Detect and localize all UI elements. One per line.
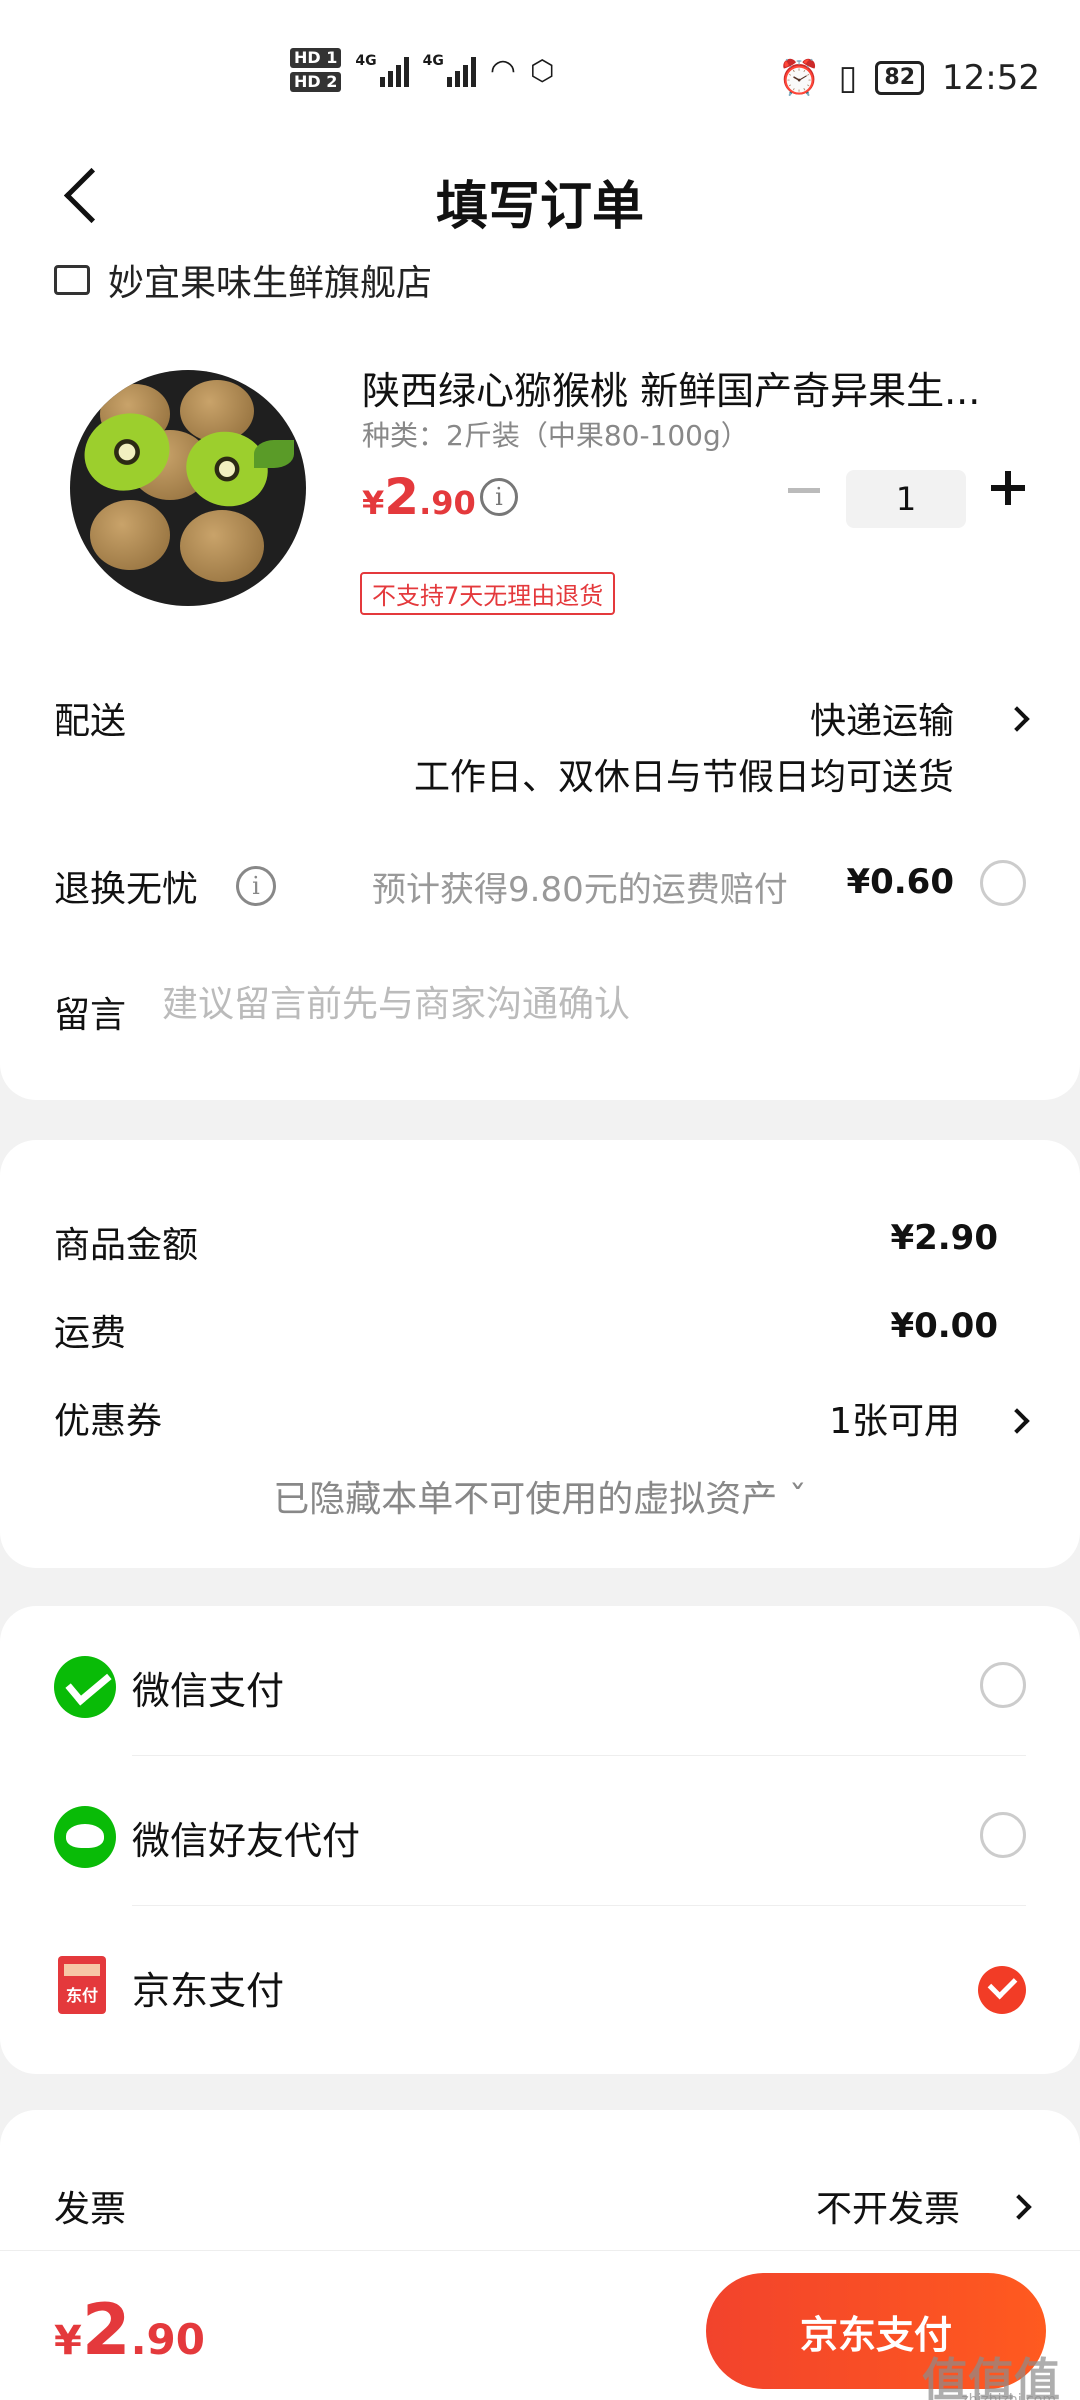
shop-row[interactable]: 妙宜果味生鲜旗舰店 <box>54 260 432 306</box>
battery-icon: 82 <box>875 61 925 95</box>
hidden-assets-toggle[interactable]: 已隐藏本单不可使用的虚拟资产 ˇ <box>0 1470 1080 1522</box>
payment-label: 微信支付 <box>132 1669 285 1713</box>
price-decimal: .90 <box>419 484 476 522</box>
shop-icon <box>54 265 90 295</box>
payment-label: 微信好友代付 <box>132 1819 361 1863</box>
payment-label: 京东支付 <box>132 1969 285 2013</box>
checkout-bar: ¥2.90 京东支付 <box>0 2250 1080 2400</box>
network-type-1: 4G <box>355 53 377 69</box>
message-input[interactable] <box>162 984 1002 1025</box>
status-bar: HD 1 HD 2 4G 4G ◠ ⬡ ⏰ ▯ 82 12:52 <box>0 0 1080 130</box>
order-item-card: 妙宜果味生鲜旗舰店 陕西绿心猕猴桃 新鲜国产奇异果生... 种类：2斤装（中果8… <box>0 260 1080 1100</box>
jd-pay-icon: 东付 <box>58 1956 106 2014</box>
exchange-radio[interactable] <box>980 860 1026 906</box>
invoice-value[interactable]: 不开发票 <box>816 2180 960 2232</box>
shipping-value: ¥0.00 <box>890 1306 998 1346</box>
shipping-label: 运费 <box>54 1313 127 1354</box>
goods-amount-value: ¥2.90 <box>890 1218 998 1258</box>
watermark-url: zhizhizhi.com <box>961 2392 1056 2400</box>
payment-option-wechat-friend[interactable]: 微信好友代付 <box>0 1756 1080 1906</box>
no-return-tag: 不支持7天无理由退货 <box>360 572 616 615</box>
wechat-pay-icon <box>54 1656 116 1718</box>
amount-summary-card: 商品金额 ¥2.90 运费 ¥0.00 优惠券 1张可用 已隐藏本单不可使用的虚… <box>0 1140 1080 1568</box>
price-currency: ¥ <box>362 484 385 522</box>
message-label: 留言 <box>54 995 127 1036</box>
jd-icon-text: 东付 <box>65 1986 98 2005</box>
nav-bar: 填写订单 <box>0 130 1080 260</box>
invoice-label: 发票 <box>54 2189 127 2230</box>
status-left: HD 1 HD 2 4G 4G ◠ ⬡ <box>290 48 554 92</box>
payment-option-wechat[interactable]: 微信支付 <box>0 1606 1080 1756</box>
payment-radio[interactable] <box>980 1662 1026 1708</box>
total-decimal: .90 <box>130 2315 205 2364</box>
hd-indicators: HD 1 HD 2 <box>290 48 342 92</box>
product-image[interactable] <box>70 370 306 606</box>
delivery-label: 配送 <box>54 701 127 742</box>
network-type-2: 4G <box>422 53 444 69</box>
payment-option-jd[interactable]: 东付 京东支付 <box>0 1906 1080 2056</box>
total-integer: 2 <box>81 2289 131 2371</box>
wechat-friend-pay-icon <box>54 1806 116 1868</box>
clock: 12:52 <box>942 58 1040 98</box>
exchange-label: 退换无忧 <box>54 869 199 910</box>
delivery-note: 工作日、双休日与节假日均可送货 <box>413 757 954 798</box>
product-price: ¥2.90 <box>362 468 476 526</box>
goods-amount-label: 商品金额 <box>54 1225 199 1266</box>
exchange-note: 预计获得9.80元的运费赔付 <box>372 870 788 910</box>
status-right: ⏰ ▯ 82 12:52 <box>778 58 1040 98</box>
product-spec: 种类：2斤装（中果80-100g） <box>362 419 749 452</box>
total-currency: ¥ <box>54 2318 82 2364</box>
coupon-label: 优惠券 <box>54 1401 163 1442</box>
alarm-icon: ⏰ <box>778 58 821 98</box>
delivery-method[interactable]: 快递运输 <box>810 692 954 744</box>
quantity-minus-button[interactable] <box>788 488 820 493</box>
payment-radio[interactable] <box>980 1812 1026 1858</box>
total-price: ¥2.90 <box>54 2289 205 2371</box>
hd1-badge: HD 1 <box>290 48 342 68</box>
wifi-icon: ◠ <box>489 52 517 88</box>
product-title[interactable]: 陕西绿心猕猴桃 新鲜国产奇异果生... <box>362 360 1002 415</box>
hd2-badge: HD 2 <box>290 72 342 92</box>
invoice-chevron-icon[interactable] <box>1006 2194 1032 2220</box>
page-title: 填写订单 <box>435 177 644 237</box>
signal-1-icon: 4G <box>355 53 409 87</box>
vibrate-icon: ▯ <box>838 58 858 98</box>
exchange-info-icon[interactable]: i <box>236 866 276 906</box>
coupon-chevron-icon[interactable] <box>1004 1408 1030 1434</box>
price-info-icon[interactable]: i <box>480 478 518 516</box>
signal-2-icon: 4G <box>423 53 476 87</box>
payment-method-card: 微信支付 微信好友代付 东付 京东支付 <box>0 1606 1080 2074</box>
shop-name: 妙宜果味生鲜旗舰店 <box>108 263 433 304</box>
quantity-value[interactable]: 1 <box>846 470 966 528</box>
chevron-right-icon[interactable] <box>1004 706 1030 732</box>
price-integer: 2 <box>384 468 420 526</box>
hand-icon: ⬡ <box>530 53 555 87</box>
exchange-price: ¥0.60 <box>846 862 954 902</box>
coupon-value[interactable]: 1张可用 <box>829 1392 960 1444</box>
quantity-plus-button[interactable] <box>988 468 1028 508</box>
checkmark-selected-icon[interactable] <box>978 1966 1026 2014</box>
